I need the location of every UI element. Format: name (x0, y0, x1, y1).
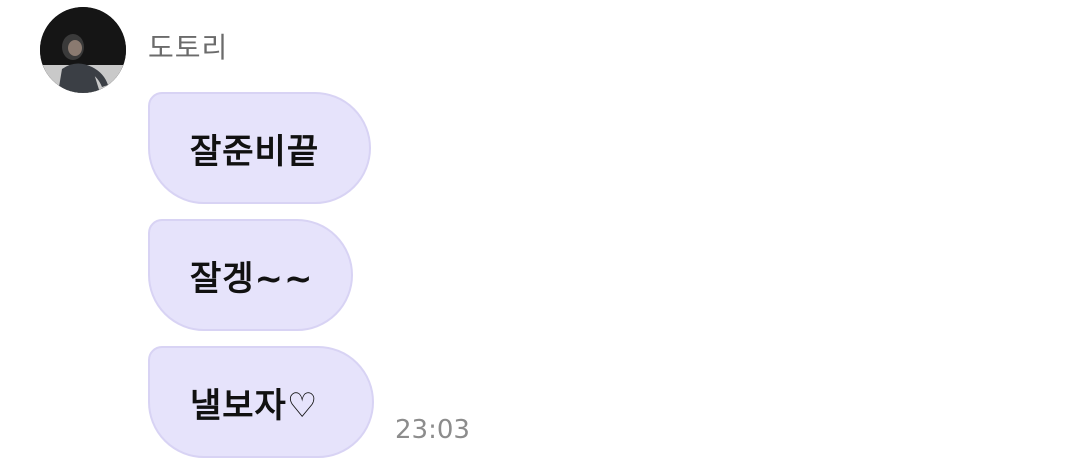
message-bubble[interactable]: 낼보자♡ (148, 346, 374, 458)
avatar[interactable] (40, 7, 126, 93)
message-text: 잘겡~~ (190, 258, 314, 299)
message-timestamp: 23:03 (395, 415, 470, 445)
avatar-photo-icon (40, 7, 126, 93)
message-text: 잘준비끝 (190, 131, 320, 172)
sender-name: 도토리 (148, 31, 229, 64)
message-bubble[interactable]: 잘겡~~ (148, 219, 353, 331)
message-bubble[interactable]: 잘준비끝 (148, 92, 371, 204)
message-text: 낼보자♡ (190, 385, 319, 426)
